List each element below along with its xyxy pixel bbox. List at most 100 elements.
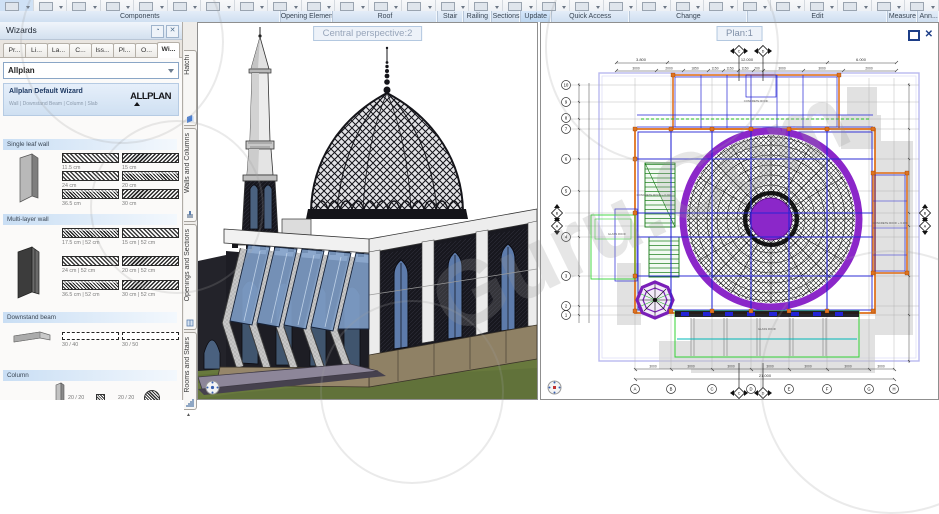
wall-sample[interactable] (62, 189, 119, 199)
tab-library[interactable]: Li... (25, 43, 48, 57)
ribbon-group-edit[interactable]: Edit (748, 11, 888, 22)
wall-sample[interactable] (62, 171, 119, 181)
sample-label: 36.5 cm (62, 201, 81, 207)
toolbar-icon-button[interactable] (871, 0, 906, 11)
toolbar-icon-button[interactable] (33, 0, 68, 11)
ribbon-group-railing[interactable]: Railing (464, 11, 493, 22)
svg-text:D: D (749, 387, 752, 392)
toolbar-icon-button[interactable] (536, 0, 571, 11)
toolbar-icon-button[interactable] (234, 0, 269, 11)
sample-label: 36.5 cm | 52 cm (62, 292, 100, 298)
wall-sample[interactable] (122, 189, 179, 199)
ribbon-group-measure[interactable]: Measure (888, 11, 919, 22)
toolbar-icon-button[interactable] (570, 0, 604, 11)
toolbar-icon-button[interactable] (134, 0, 168, 11)
dock-tab-walls-and-columns[interactable]: Walls and Columns (184, 128, 197, 222)
ribbon-group-components[interactable]: Components (0, 11, 281, 22)
scroll-up-icon[interactable]: ▲ (186, 412, 191, 418)
close-icon[interactable]: ✕ (166, 25, 179, 38)
toolbar-icon-button[interactable] (368, 0, 403, 11)
sample-label: 20 cm | 52 cm (122, 268, 156, 274)
ribbon-group-annotate[interactable]: Ann... (918, 11, 939, 22)
dock-tab-rooms-and-stairs[interactable]: Rooms and Stairs (184, 332, 197, 410)
toolbar-icon-button[interactable] (469, 0, 503, 11)
toolbar-icon-button[interactable] (167, 0, 202, 11)
wizard-group-dropdown[interactable]: Allplan (3, 62, 179, 79)
toolbar-icon-button[interactable] (737, 0, 772, 11)
toolbar-icon-button[interactable] (804, 0, 839, 11)
navigation-compass-icon[interactable] (205, 380, 220, 395)
toolbar-icon-button[interactable] (838, 0, 872, 11)
svg-text:C: C (738, 391, 741, 395)
svg-text:A: A (634, 387, 637, 392)
wall-sample[interactable] (122, 256, 179, 266)
toolbar-icon-button[interactable] (502, 0, 537, 11)
toolbar-icon-button[interactable] (435, 0, 470, 11)
toolbar-icon-button[interactable] (704, 0, 738, 11)
ribbon-group-sections[interactable]: Sections (492, 11, 521, 22)
tab-wizards[interactable]: Wi... (157, 42, 180, 58)
wizards-panel: Wizards ◔ ✕ Pr... Li... La... C... Iss..… (0, 22, 183, 400)
svg-text:2000: 2000 (865, 67, 873, 71)
wall-sample[interactable] (62, 228, 119, 238)
svg-text:3000: 3000 (727, 365, 735, 369)
toolbar-icon-button[interactable] (268, 0, 302, 11)
toolbar-icon-button[interactable] (201, 0, 235, 11)
wall-sample[interactable] (122, 153, 179, 163)
svg-text:C: C (738, 49, 741, 53)
close-icon[interactable]: ✕ (925, 30, 933, 41)
navigation-compass-icon[interactable] (547, 380, 562, 395)
maximize-icon[interactable] (907, 30, 920, 41)
toolbar-icon-button[interactable] (301, 0, 336, 11)
beam-3d-icon (13, 331, 51, 343)
toolbar-icon-button[interactable] (402, 0, 436, 11)
square-column-sample[interactable] (96, 394, 105, 400)
round-column-sample[interactable] (144, 390, 160, 400)
toolbar-icon-button[interactable] (637, 0, 671, 11)
tab-issues[interactable]: Iss... (91, 43, 114, 57)
toolbar-icon-button[interactable] (771, 0, 805, 11)
viewport-title-perspective[interactable]: Central perspective:2 (312, 26, 423, 41)
beam-sample[interactable] (122, 332, 179, 340)
wall-sample[interactable] (122, 280, 179, 290)
ribbon-group-change[interactable]: Change (630, 11, 749, 22)
beam-sample[interactable] (62, 332, 119, 340)
dock-tab-hatching[interactable]: Hatchi (184, 50, 197, 126)
toolbar-icon-button[interactable] (0, 0, 34, 11)
toolbar-icon-button[interactable] (905, 0, 939, 11)
room-label: GLASS ROOF (758, 327, 776, 331)
wizard-card-title: Allplan Default Wizard (9, 88, 83, 95)
toolbar-icon-button[interactable] (100, 0, 135, 11)
toolbar-icon-button[interactable] (335, 0, 369, 11)
ribbon-group-stair[interactable]: Stair (438, 11, 464, 22)
viewport-perspective[interactable]: Central perspective:2 (197, 22, 538, 400)
ribbon-group-quick-access[interactable]: Quick Access (552, 11, 630, 22)
toolbar-icon-button[interactable] (67, 0, 101, 11)
wall-sample[interactable] (122, 228, 179, 238)
svg-text:1150: 1150 (741, 67, 748, 71)
tab-plugins[interactable]: Pl... (113, 43, 136, 57)
wizard-card[interactable]: Allplan Default Wizard Wall | Downstand … (3, 83, 179, 116)
toolbar-icon-button[interactable] (603, 0, 638, 11)
ribbon-group-update[interactable]: Update (520, 11, 552, 22)
dim-label: 6.000 (856, 57, 867, 62)
tab-connect[interactable]: C... (69, 43, 92, 57)
ribbon-group-roof[interactable]: Roof (333, 11, 438, 22)
wall-sample[interactable] (62, 153, 119, 163)
wall-sample[interactable] (62, 256, 119, 266)
room-label: GLASS ROOF (608, 232, 626, 236)
wall-sample[interactable] (62, 280, 119, 290)
dock-tab-strip: Hatchi Walls and Columns Openings and Se… (183, 22, 198, 418)
dim-total: 21.000 (759, 373, 772, 378)
wall-sample[interactable] (122, 171, 179, 181)
dock-tab-openings-and-sections[interactable]: Openings and Sections (184, 224, 197, 330)
auto-hide-pin-icon[interactable]: ◔ (151, 25, 164, 38)
ribbon-group-opening-elements[interactable]: Opening Elements (281, 11, 334, 22)
tab-properties[interactable]: Pr... (3, 43, 26, 57)
tab-layers[interactable]: La... (47, 43, 70, 57)
viewport-plan[interactable]: 3.800 12.000 6.000 21.000 3000 2000 1850 1… (540, 22, 939, 400)
toolbar-icon-button[interactable] (670, 0, 705, 11)
viewport-title-plan[interactable]: Plan:1 (716, 26, 763, 41)
tab-objects[interactable]: O... (135, 43, 158, 57)
rooms-and-stairs-icon (186, 399, 194, 407)
